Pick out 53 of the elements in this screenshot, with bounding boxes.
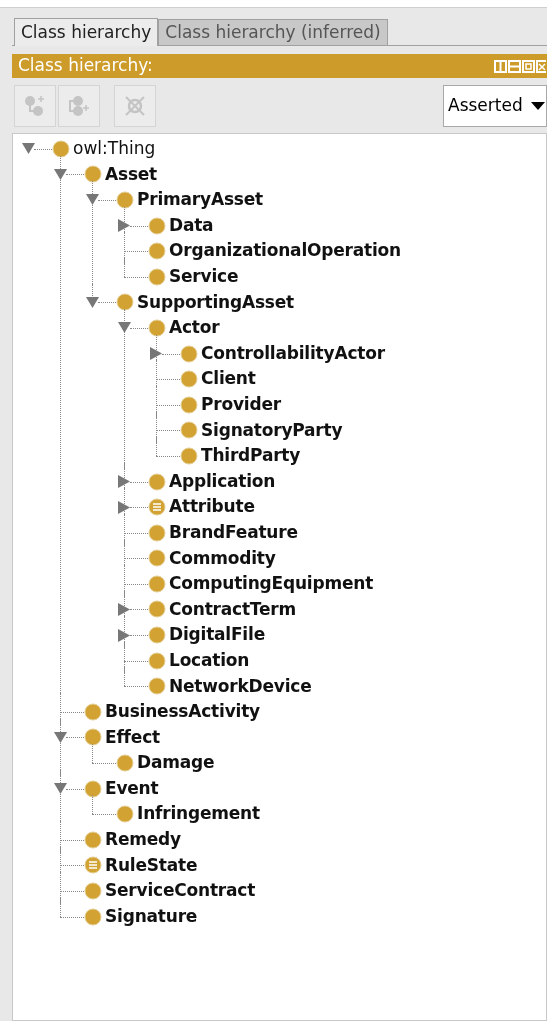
expanded-arrow-icon[interactable] [86, 296, 99, 308]
class-label[interactable]: Client [201, 366, 256, 392]
view-dropdown[interactable]: Asserted [443, 84, 547, 127]
class-label[interactable]: Actor [169, 315, 220, 341]
expanded-arrow-icon[interactable] [118, 322, 131, 334]
class-label[interactable]: ComputingEquipment [169, 571, 374, 597]
collapsed-arrow-icon[interactable] [118, 500, 130, 514]
class-label[interactable]: Signature [105, 903, 198, 930]
collapsed-arrow-icon[interactable] [150, 347, 162, 361]
class-label[interactable]: Asset [105, 161, 158, 188]
class-label[interactable]: Infringement [137, 801, 260, 827]
collapsed-arrow-icon[interactable] [118, 603, 130, 616]
expanded-arrow-icon[interactable] [54, 168, 67, 180]
expanded-arrow-icon[interactable] [54, 731, 67, 743]
class-label[interactable]: BusinessActivity [105, 699, 260, 725]
class-label[interactable]: OrganizationalOperation [169, 238, 401, 264]
class-label[interactable]: PrimaryAsset [137, 187, 263, 213]
class-label[interactable]: BrandFeature [169, 519, 298, 546]
class-label[interactable]: ControllabilityActor [201, 340, 385, 367]
class-label[interactable]: Application [169, 468, 276, 495]
collapsed-arrow-icon[interactable] [118, 628, 130, 642]
class-label[interactable]: Service [169, 264, 239, 290]
class-label[interactable]: owl:Thing [73, 136, 156, 162]
tab[interactable]: Class hierarchy (inferred) [158, 19, 388, 45]
class-label[interactable]: SupportingAsset [137, 289, 295, 316]
class-label[interactable]: Provider [201, 392, 281, 418]
expanded-arrow-icon[interactable] [54, 783, 67, 795]
dropdown-caret-icon [530, 101, 545, 110]
class-label[interactable]: Commodity [169, 545, 276, 572]
class-label[interactable]: Event [105, 775, 159, 802]
class-label[interactable]: ContractTerm [169, 596, 296, 623]
close-icon[interactable] [536, 59, 546, 73]
collapsed-arrow-icon[interactable] [118, 219, 130, 233]
panel-title: Class hierarchy: [18, 54, 154, 78]
class-label[interactable]: RuleState [105, 852, 198, 879]
class-label[interactable]: Damage [137, 750, 215, 776]
class-label[interactable]: DigitalFile [169, 622, 265, 648]
split-vertical-icon[interactable] [494, 59, 507, 73]
collapsed-arrow-icon[interactable] [118, 475, 130, 488]
class-label[interactable]: NetworkDevice [169, 673, 312, 699]
class-label[interactable]: Attribute [169, 494, 255, 520]
class-label[interactable]: ServiceContract [105, 878, 256, 904]
class-label[interactable]: ThirdParty [201, 443, 301, 469]
expanded-arrow-icon[interactable] [22, 143, 35, 155]
class-label[interactable]: Location [169, 647, 250, 674]
class-label[interactable]: Data [169, 212, 214, 239]
expanded-arrow-icon[interactable] [86, 194, 99, 206]
class-label[interactable]: Remedy [105, 827, 181, 853]
class-label[interactable]: Effect [105, 724, 160, 751]
split-horizontal-icon[interactable] [508, 59, 521, 73]
tab[interactable]: Class hierarchy [14, 18, 159, 46]
class-label[interactable]: SignatoryParty [201, 417, 343, 444]
maximize-icon[interactable] [522, 59, 535, 73]
